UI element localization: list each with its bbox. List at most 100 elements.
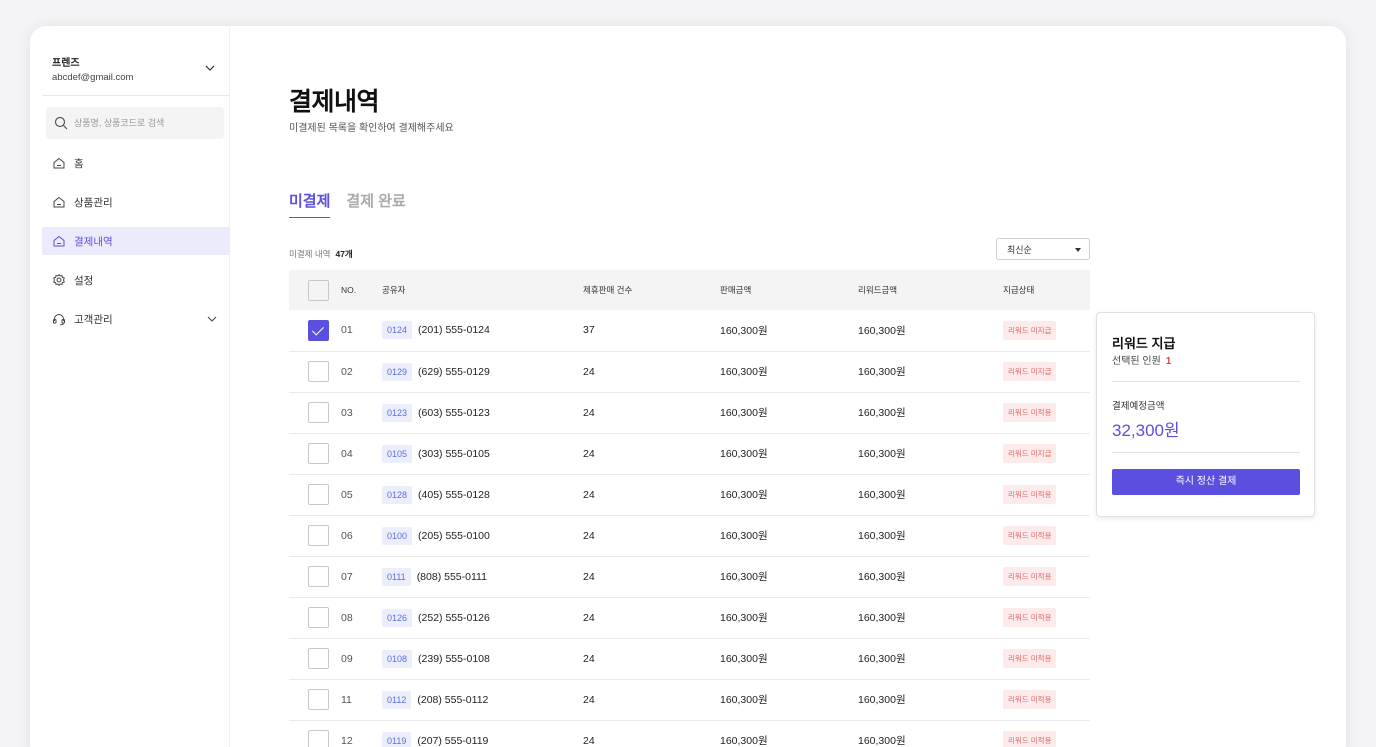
chevron-down-icon[interactable] xyxy=(204,62,216,74)
sidebar-item-products[interactable]: 상품관리 xyxy=(42,188,230,216)
affiliate-sales-count: 37 xyxy=(583,324,595,337)
reward-amount: 160,300원 xyxy=(858,366,906,378)
page-title: 결제내역 xyxy=(289,88,380,116)
sharer-code: 0123 xyxy=(382,403,413,422)
headset-icon xyxy=(53,314,65,326)
chevron-down-icon[interactable] xyxy=(206,313,218,325)
amount-label: 결제예정금액 xyxy=(1112,401,1165,412)
table-row[interactable]: 03 0123 (603) 555-0123 24 160,300원 160,300원 리워… xyxy=(289,392,1090,433)
sidebar-item-home[interactable]: 홈 xyxy=(42,149,230,177)
home-icon xyxy=(53,196,65,208)
sidebar-item-customers[interactable]: 고객관리 xyxy=(42,305,230,333)
table-body: 01 0124 (201) 555-0124 37 160,300원 160,300원 리워… xyxy=(289,310,1090,747)
side-nav: 홈 상품관리 결제내역 설정 고객관리 xyxy=(42,149,230,344)
search-input[interactable] xyxy=(74,118,214,128)
status-badge: 리워드 미적용 xyxy=(1003,567,1057,586)
tab-unpaid[interactable]: 미결제 xyxy=(289,190,331,218)
status-badge: 리워드 미적용 xyxy=(1003,649,1057,668)
sharer-phone: (303) 555-0105 xyxy=(418,447,490,460)
sales-amount: 160,300원 xyxy=(720,489,768,501)
reward-amount: 160,300원 xyxy=(858,694,906,706)
table-row[interactable]: 07 0111 (808) 555-0111 24 160,300원 160,300원 리워… xyxy=(289,556,1090,597)
status-badge: 리워드 미적용 xyxy=(1003,608,1057,627)
row-number: 12 xyxy=(341,734,353,747)
affiliate-sales-count: 24 xyxy=(583,529,595,542)
row-number: 04 xyxy=(341,447,353,460)
sharer-phone: (205) 555-0100 xyxy=(418,529,490,542)
table-row[interactable]: 12 0119 (207) 555-0119 24 160,300원 160,300원 리워… xyxy=(289,720,1090,747)
affiliate-sales-count: 24 xyxy=(583,570,595,583)
caret-down-icon xyxy=(1075,248,1081,252)
table-row[interactable]: 09 0108 (239) 555-0108 24 160,300원 160,300원 리워… xyxy=(289,638,1090,679)
row-checkbox[interactable] xyxy=(308,525,329,546)
sharer-code: 0108 xyxy=(382,649,413,668)
sharer-phone: (239) 555-0108 xyxy=(418,652,490,665)
row-number: 06 xyxy=(341,529,353,542)
select-all-checkbox[interactable] xyxy=(308,279,329,301)
sidebar-item-payments[interactable]: 결제내역 xyxy=(42,227,230,255)
sidebar-item-label: 홈 xyxy=(74,157,84,170)
table-row[interactable]: 02 0129 (629) 555-0129 24 160,300원 160,300원 리워… xyxy=(289,351,1090,392)
divider xyxy=(42,95,230,96)
account-name: 프렌즈 xyxy=(52,58,80,69)
reward-panel: 리워드 지급 선택된 인원 1 결제예정금액 32,300원 즉시 정산 결제 xyxy=(1096,312,1315,517)
account-switcher[interactable]: 프렌즈 abcdef@gmail.com xyxy=(52,54,220,94)
table-row[interactable]: 06 0100 (205) 555-0100 24 160,300원 160,300원 리워… xyxy=(289,515,1090,556)
row-checkbox[interactable] xyxy=(308,648,329,669)
row-checkbox[interactable] xyxy=(308,607,329,628)
row-checkbox[interactable] xyxy=(308,730,329,747)
row-checkbox[interactable] xyxy=(308,361,329,382)
selected-count: 선택된 인원 1 xyxy=(1112,352,1171,367)
column-header: NO. xyxy=(341,285,357,295)
table-row[interactable]: 04 0105 (303) 555-0105 24 160,300원 160,300원 리워… xyxy=(289,433,1090,474)
sharer-phone: (405) 555-0128 xyxy=(418,488,490,501)
sharer-code: 0128 xyxy=(382,485,413,504)
status-badge: 리워드 미적용 xyxy=(1003,690,1057,709)
sidebar-item-settings[interactable]: 설정 xyxy=(42,266,230,294)
row-checkbox[interactable] xyxy=(308,402,329,423)
affiliate-sales-count: 24 xyxy=(583,652,595,665)
status-badge: 리워드 미지급 xyxy=(1003,320,1057,340)
row-checkbox[interactable] xyxy=(308,689,329,710)
sharer-phone: (629) 555-0129 xyxy=(418,365,490,378)
sharer-code: 0111 xyxy=(382,567,411,586)
table-row[interactable]: 01 0124 (201) 555-0124 37 160,300원 160,300원 리워… xyxy=(289,310,1090,351)
table-row[interactable]: 08 0126 (252) 555-0126 24 160,300원 160,300원 리워… xyxy=(289,597,1090,638)
sidebar-item-label: 설정 xyxy=(74,274,94,287)
instant-settle-button[interactable]: 즉시 정산 결제 xyxy=(1112,469,1300,495)
table-header-row: NO. 공유자 제휴판매 건수 판매금액 리워드금액 지급상태 xyxy=(289,270,1090,310)
sidebar-item-label: 상품관리 xyxy=(74,196,113,209)
sharer-phone: (252) 555-0126 xyxy=(418,611,490,624)
row-checkbox[interactable] xyxy=(308,319,329,341)
table-row[interactable]: 05 0128 (405) 555-0128 24 160,300원 160,300원 리워… xyxy=(289,474,1090,515)
divider xyxy=(1112,381,1300,382)
row-checkbox[interactable] xyxy=(308,484,329,505)
home-icon xyxy=(53,235,65,247)
sort-select[interactable]: 최신순 xyxy=(996,238,1090,260)
row-number: 02 xyxy=(341,365,353,378)
reward-amount: 160,300원 xyxy=(858,407,906,419)
sales-amount: 160,300원 xyxy=(720,530,768,542)
tab-paid[interactable]: 결제 완료 xyxy=(346,190,405,218)
row-checkbox[interactable] xyxy=(308,566,329,587)
status-badge: 리워드 미적용 xyxy=(1003,731,1057,747)
sales-amount: 160,300원 xyxy=(720,653,768,665)
sharer-phone: (808) 555-0111 xyxy=(416,570,487,583)
sidebar: 프렌즈 abcdef@gmail.com 홈 상품관리 결제내역 xyxy=(30,26,230,747)
row-number: 08 xyxy=(341,611,353,624)
sharer-phone: (207) 555-0119 xyxy=(417,734,489,747)
sharer-phone: (603) 555-0123 xyxy=(418,406,490,419)
reward-amount: 160,300원 xyxy=(858,324,906,337)
table-row[interactable]: 11 0112 (208) 555-0112 24 160,300원 160,300원 리워… xyxy=(289,679,1090,720)
tab-bar: 미결제 결제 완료 xyxy=(289,190,422,218)
status-badge: 리워드 미지급 xyxy=(1003,444,1057,463)
affiliate-sales-count: 24 xyxy=(583,488,595,501)
sharer-code: 0119 xyxy=(382,731,412,747)
affiliate-sales-count: 24 xyxy=(583,365,595,378)
home-icon xyxy=(53,157,65,169)
sales-amount: 160,300원 xyxy=(720,324,768,337)
status-badge: 리워드 미지급 xyxy=(1003,362,1057,381)
status-badge: 리워드 미적용 xyxy=(1003,403,1057,422)
gear-icon xyxy=(53,273,65,287)
row-checkbox[interactable] xyxy=(308,443,329,464)
